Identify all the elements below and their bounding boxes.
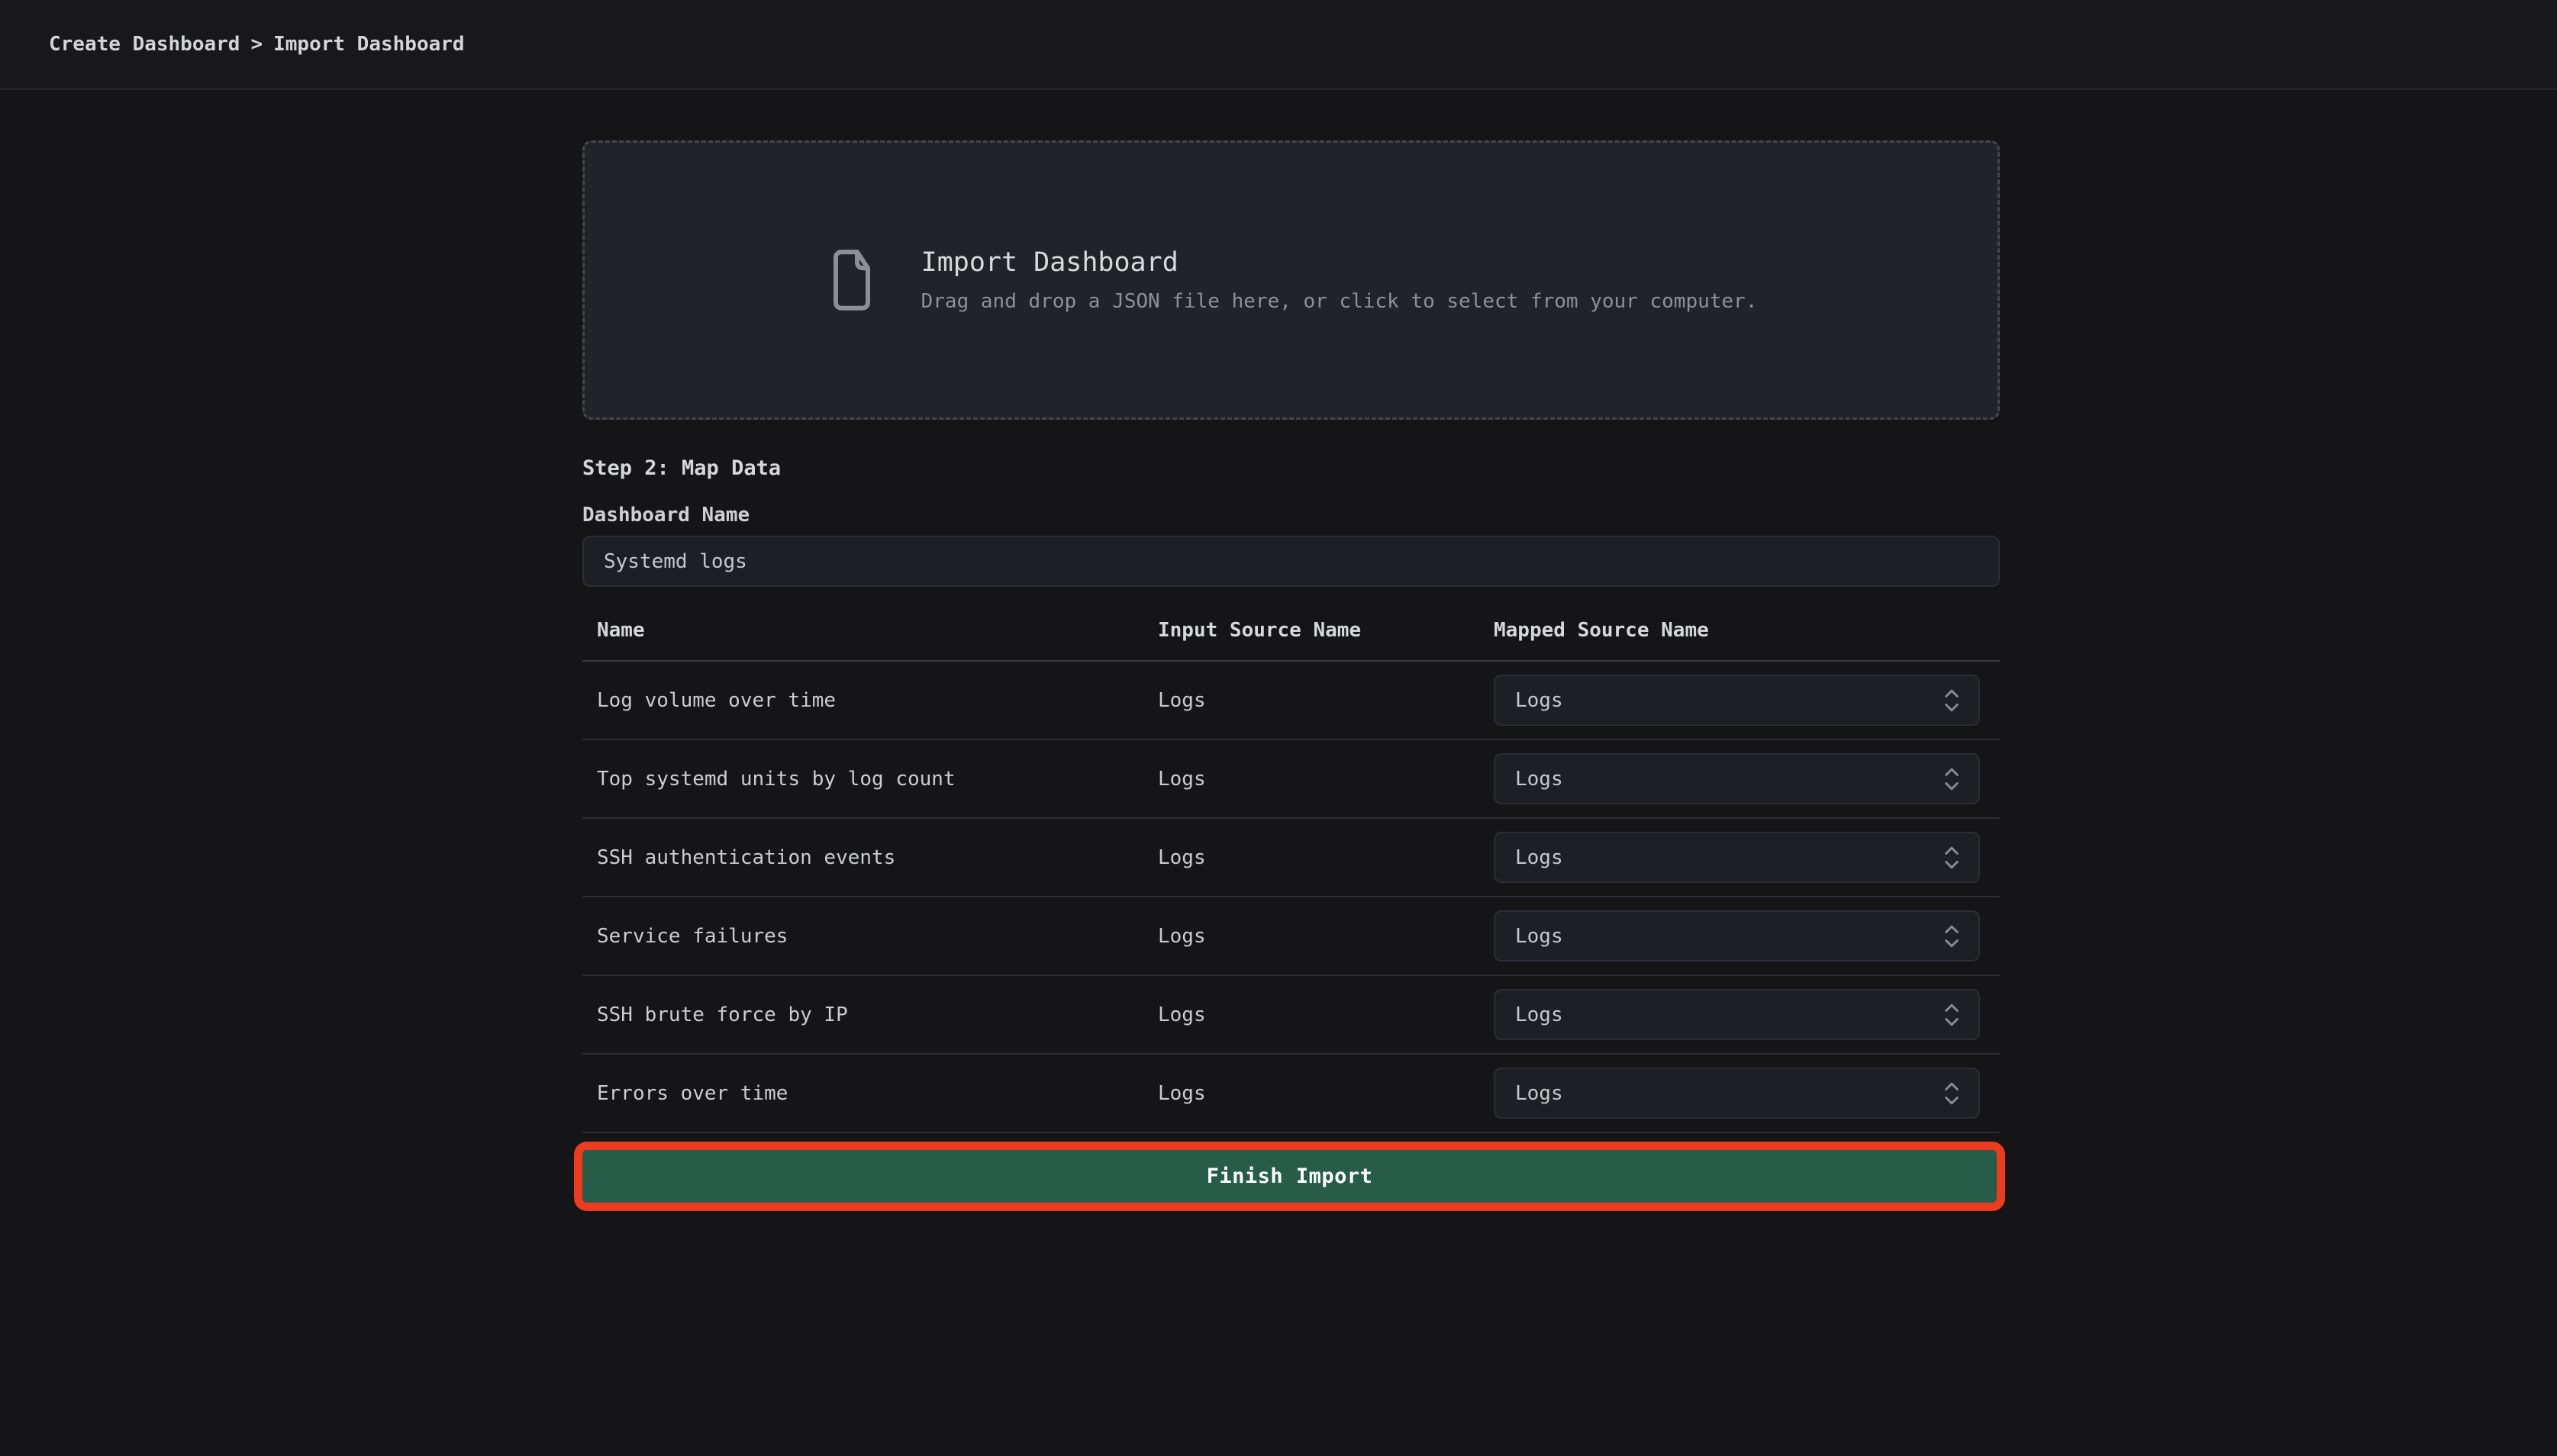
- row-name: Service failures: [582, 925, 1158, 948]
- select-chevron-icon: [1940, 920, 1963, 953]
- dashboard-name-label: Dashboard Name: [582, 504, 2000, 527]
- mapped-source-value: Logs: [1515, 1003, 1563, 1026]
- row-input-source: Logs: [1158, 1003, 1494, 1026]
- mapped-source-select[interactable]: Logs: [1494, 1068, 1980, 1119]
- column-header-input-source: Input Source Name: [1158, 619, 1494, 642]
- mapped-source-select[interactable]: Logs: [1494, 753, 1980, 804]
- mapped-source-select[interactable]: Logs: [1494, 989, 1980, 1040]
- mapped-source-value: Logs: [1515, 1082, 1563, 1105]
- finish-import-highlight-annotation: Finish Import: [582, 1150, 1997, 1203]
- row-name: SSH brute force by IP: [582, 1003, 1158, 1026]
- row-input-source: Logs: [1158, 689, 1494, 712]
- row-name: SSH authentication events: [582, 846, 1158, 869]
- top-bar: Create Dashboard > Import Dashboard: [0, 0, 2557, 90]
- row-name: Log volume over time: [582, 689, 1158, 712]
- table-header-row: Name Input Source Name Mapped Source Nam…: [582, 611, 2000, 662]
- column-header-name: Name: [582, 619, 1158, 642]
- breadcrumb-separator: >: [250, 33, 263, 56]
- row-name: Top systemd units by log count: [582, 768, 1158, 791]
- breadcrumb-create-dashboard[interactable]: Create Dashboard: [49, 33, 240, 56]
- dropzone-text: Import Dashboard Drag and drop a JSON fi…: [921, 247, 1758, 313]
- table-row: Errors over time Logs Logs: [582, 1055, 2000, 1133]
- select-chevron-icon: [1940, 762, 1963, 796]
- table-row: Log volume over time Logs Logs: [582, 662, 2000, 740]
- mapped-source-value: Logs: [1515, 768, 1563, 791]
- file-icon: [825, 246, 879, 314]
- breadcrumb-import-dashboard: Import Dashboard: [273, 33, 464, 56]
- mapped-source-select[interactable]: Logs: [1494, 832, 1980, 883]
- select-chevron-icon: [1940, 684, 1963, 717]
- row-input-source: Logs: [1158, 846, 1494, 869]
- step-heading: Step 2: Map Data: [582, 456, 2000, 480]
- table-row: SSH authentication events Logs Logs: [582, 819, 2000, 897]
- dropzone-title: Import Dashboard: [921, 247, 1758, 278]
- column-header-mapped-source: Mapped Source Name: [1494, 619, 2000, 642]
- row-name: Errors over time: [582, 1082, 1158, 1105]
- select-chevron-icon: [1940, 998, 1963, 1032]
- mapped-source-select[interactable]: Logs: [1494, 675, 1980, 726]
- dashboard-name-input[interactable]: [582, 536, 2000, 587]
- json-file-dropzone[interactable]: Import Dashboard Drag and drop a JSON fi…: [582, 140, 2000, 420]
- table-row: Service failures Logs Logs: [582, 897, 2000, 976]
- row-input-source: Logs: [1158, 768, 1494, 791]
- row-input-source: Logs: [1158, 925, 1494, 948]
- mapped-source-value: Logs: [1515, 925, 1563, 948]
- table-row: Top systemd units by log count Logs Logs: [582, 740, 2000, 819]
- mapped-source-value: Logs: [1515, 689, 1563, 712]
- main-content: Import Dashboard Drag and drop a JSON fi…: [582, 140, 2000, 1203]
- dropzone-subtitle: Drag and drop a JSON file here, or click…: [921, 290, 1758, 313]
- select-chevron-icon: [1940, 841, 1963, 875]
- table-row: SSH brute force by IP Logs Logs: [582, 976, 2000, 1055]
- row-input-source: Logs: [1158, 1082, 1494, 1105]
- mapped-source-value: Logs: [1515, 846, 1563, 869]
- finish-import-button[interactable]: Finish Import: [582, 1150, 1997, 1203]
- mapped-source-select[interactable]: Logs: [1494, 910, 1980, 962]
- select-chevron-icon: [1940, 1077, 1963, 1110]
